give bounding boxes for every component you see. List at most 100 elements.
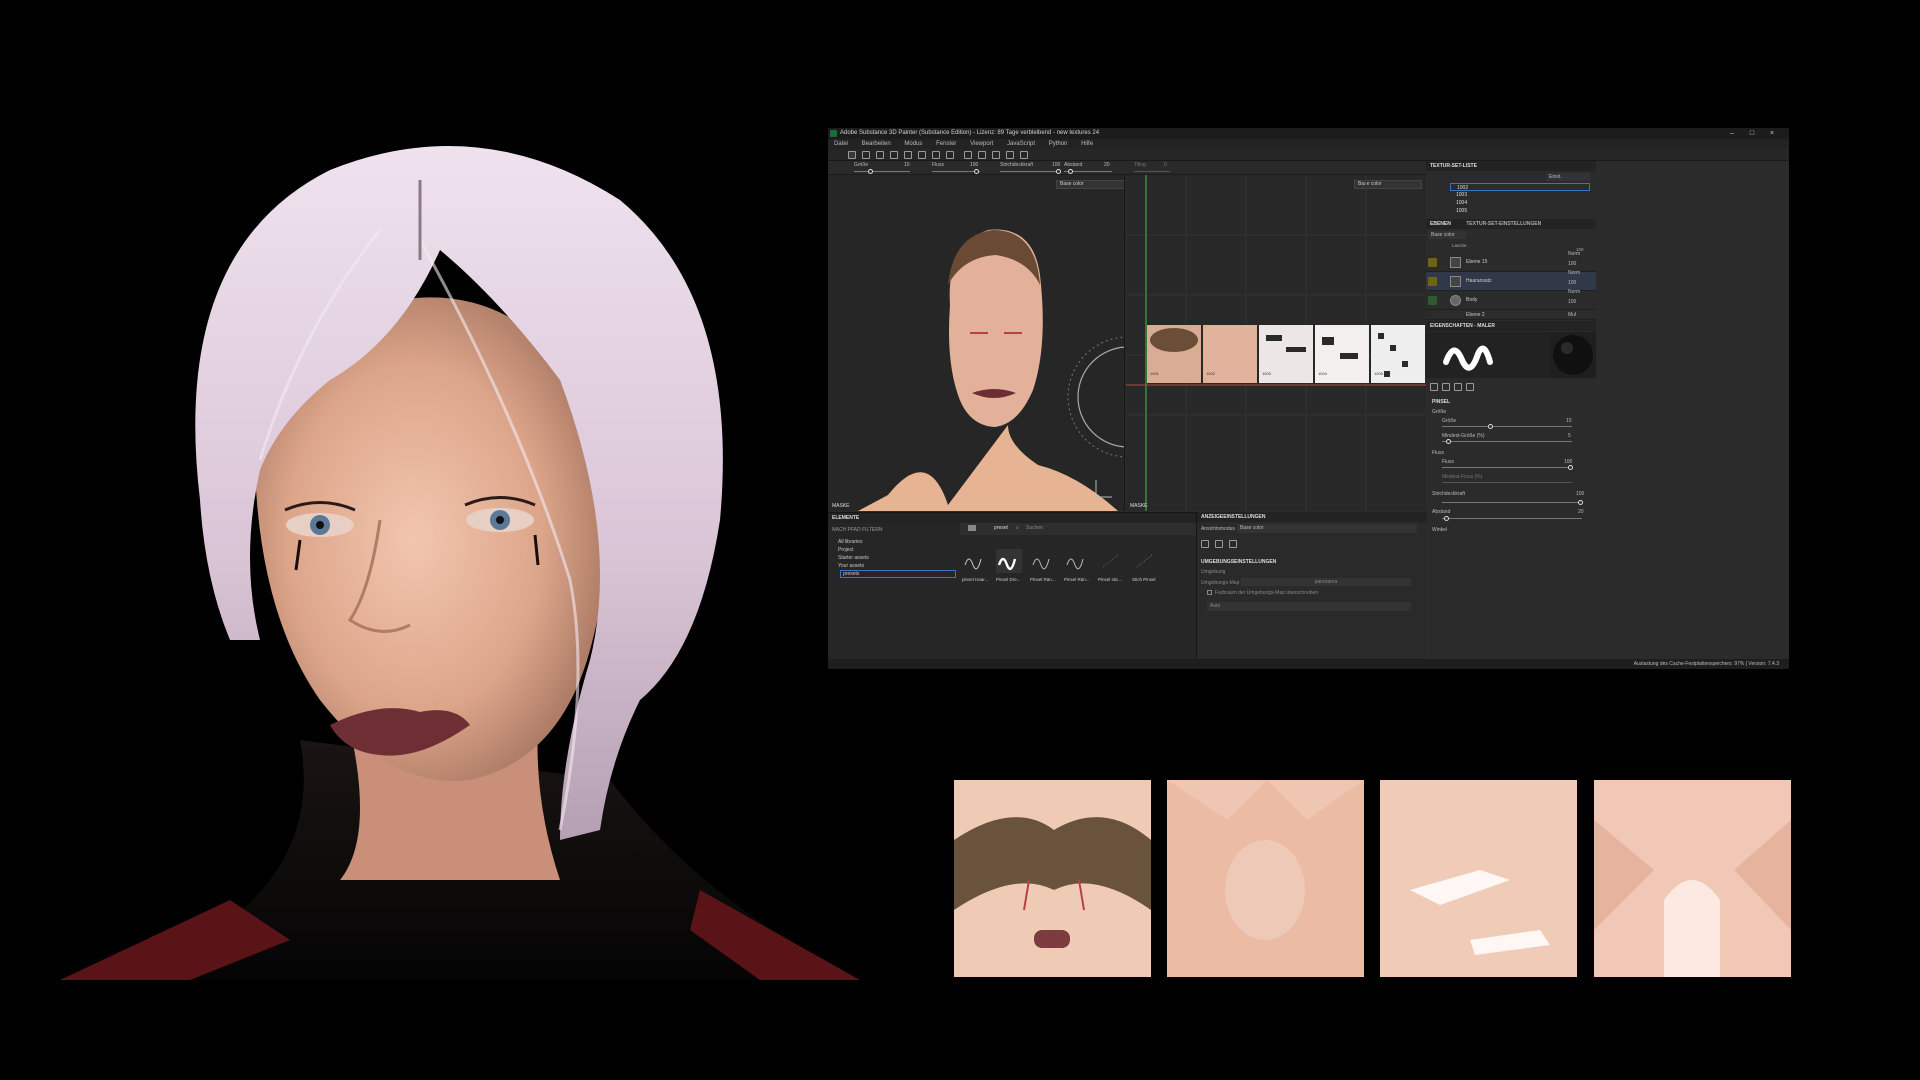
- spacing-slider[interactable]: [1442, 518, 1582, 519]
- uv-tile-label-1001: 1001: [1150, 371, 1159, 376]
- env-colorspace-checkbox[interactable]: [1207, 590, 1212, 595]
- menu-modus[interactable]: Modus: [904, 141, 922, 147]
- toolbar-spacing-knob[interactable]: [1068, 169, 1073, 174]
- stroke-opacity-value[interactable]: 100: [1576, 491, 1584, 497]
- menu-datei[interactable]: Datei: [834, 141, 848, 147]
- menu-python[interactable]: Python: [1049, 141, 1068, 147]
- toolbar-stroke-knob[interactable]: [1056, 169, 1061, 174]
- folder-icon[interactable]: [968, 525, 976, 531]
- polygon-fill-icon[interactable]: [904, 151, 912, 159]
- layer-opacity[interactable]: 100: [1568, 297, 1576, 307]
- brush-tab-icon[interactable]: [1430, 383, 1438, 391]
- measure-icon[interactable]: [992, 151, 1000, 159]
- viewport-2d-uv[interactable]: Base color 1001 1002 1003 1004 1005 MASK…: [1126, 175, 1426, 511]
- layer-row[interactable]: Body Norm 100: [1426, 289, 1596, 310]
- alpha-tab-icon[interactable]: [1466, 383, 1474, 391]
- tree-project[interactable]: Project: [838, 547, 854, 553]
- close-button[interactable]: ×: [1762, 128, 1782, 139]
- paint-brush-icon[interactable]: [848, 151, 856, 159]
- layer-name: Ebene 15: [1466, 259, 1488, 265]
- environment-tab-icon[interactable]: [1201, 540, 1209, 548]
- menu-fenster[interactable]: Fenster: [936, 141, 956, 147]
- texture-set-item[interactable]: 1004: [1450, 199, 1590, 207]
- tree-presets[interactable]: presets: [840, 570, 956, 578]
- environment-map-field[interactable]: panorama: [1241, 578, 1411, 586]
- min-size-value[interactable]: 5: [1568, 433, 1571, 439]
- size-slider-knob[interactable]: [1488, 424, 1493, 429]
- auto-value: Auto: [1210, 603, 1221, 609]
- tree-all-libraries[interactable]: All libraries: [838, 539, 862, 545]
- clone-icon[interactable]: [932, 151, 940, 159]
- brush-thumb[interactable]: [1064, 549, 1090, 573]
- camera-tab-icon[interactable]: [1215, 540, 1223, 548]
- toolbar-stroke-slider[interactable]: [1000, 171, 1060, 172]
- min-size-slider[interactable]: [1442, 441, 1572, 442]
- menu-viewport[interactable]: Viewport: [970, 141, 993, 147]
- size-slider[interactable]: [1442, 426, 1572, 427]
- tab-texture-set-settings[interactable]: TEXTUR-SET-EINSTELLUNGEN: [1466, 221, 1541, 227]
- layer-top-row-name[interactable]: Lasche: [1452, 243, 1467, 248]
- minimize-button[interactable]: –: [1722, 128, 1742, 139]
- min-flow-slider[interactable]: [1442, 482, 1572, 483]
- bake-icon[interactable]: [964, 151, 972, 159]
- layer-visibility-icon[interactable]: [1428, 277, 1437, 286]
- layer-blend-mode[interactable]: Norm: [1568, 287, 1580, 297]
- spacing-value[interactable]: 20: [1578, 509, 1584, 515]
- smudge-icon[interactable]: [918, 151, 926, 159]
- view-mode-select[interactable]: Base color: [1237, 524, 1417, 533]
- projection-icon[interactable]: [876, 151, 884, 159]
- min-size-slider-knob[interactable]: [1446, 439, 1451, 444]
- display-settings-header: ANZEIGEEINSTELLUNGEN: [1197, 512, 1427, 522]
- size-value[interactable]: 10: [1566, 418, 1572, 424]
- brush-thumb[interactable]: [962, 549, 988, 573]
- asset-search-input[interactable]: Suchen: [1026, 525, 1043, 531]
- stroke-opacity-knob[interactable]: [1578, 500, 1583, 505]
- texture-set-item[interactable]: 1005: [1450, 207, 1590, 215]
- flow-slider-knob[interactable]: [1568, 465, 1573, 470]
- tab-layers[interactable]: EBENEN: [1430, 221, 1451, 227]
- maximize-button[interactable]: □: [1742, 128, 1762, 139]
- auto-select[interactable]: Auto: [1207, 602, 1411, 611]
- toolbar-tiling-slider[interactable]: [1134, 171, 1170, 172]
- viewport-3d[interactable]: Base color MASKE: [828, 175, 1125, 511]
- flow-slider[interactable]: [1442, 467, 1572, 468]
- material-tab-icon[interactable]: [1442, 383, 1450, 391]
- stencil-tab-icon[interactable]: [1454, 383, 1462, 391]
- tree-your-assets[interactable]: Your assets: [838, 563, 864, 569]
- layer-visibility-icon[interactable]: [1428, 296, 1437, 305]
- color-picker-icon[interactable]: [946, 151, 954, 159]
- layers-channel-select[interactable]: Base color: [1428, 231, 1466, 239]
- window-title: Adobe Substance 3D Painter (Substance Ed…: [840, 130, 1100, 136]
- layer-visibility-icon[interactable]: [1428, 258, 1437, 267]
- toolbar-flow-knob[interactable]: [974, 169, 979, 174]
- toolbar-size-knob[interactable]: [868, 169, 873, 174]
- selection-icon[interactable]: [978, 151, 986, 159]
- anchor-icon[interactable]: [1006, 151, 1014, 159]
- layer-row[interactable]: Ebene 2 Mul: [1426, 310, 1596, 320]
- brush-thumb[interactable]: [1098, 549, 1124, 573]
- menu-bearbeiten[interactable]: Bearbeiten: [862, 141, 891, 147]
- texture-set-item[interactable]: 1003: [1450, 191, 1590, 199]
- layer-blend-mode[interactable]: Norm: [1568, 268, 1580, 278]
- texture-set-item[interactable]: 1002: [1450, 183, 1590, 191]
- menu-hilfe[interactable]: Hilfe: [1081, 141, 1093, 147]
- toolbar-size-slider[interactable]: [854, 171, 910, 172]
- toolbar-flow-slider[interactable]: [932, 171, 980, 172]
- export-icon[interactable]: [1020, 151, 1028, 159]
- menu-javascript[interactable]: JavaScript: [1007, 141, 1035, 147]
- spacing-label: Abstand: [1432, 509, 1451, 515]
- brush-thumb[interactable]: [1132, 549, 1158, 573]
- layer-blend-mode[interactable]: Mul: [1568, 310, 1576, 320]
- tree-starter-assets[interactable]: Starter assets: [838, 555, 869, 561]
- layer-blend-mode[interactable]: Norm: [1568, 249, 1580, 259]
- brush-thumb[interactable]: [1030, 549, 1056, 573]
- eraser-icon[interactable]: [862, 151, 870, 159]
- texture-set-settings-dropdown[interactable]: Einst.: [1546, 173, 1590, 181]
- geometry-decal-icon[interactable]: [890, 151, 898, 159]
- stroke-opacity-slider[interactable]: [1442, 502, 1582, 503]
- spacing-slider-knob[interactable]: [1444, 516, 1449, 521]
- asset-path[interactable]: preset: [994, 525, 1008, 531]
- brush-thumb[interactable]: [996, 549, 1022, 573]
- substance-painter-window: Adobe Substance 3D Painter (Substance Ed…: [828, 128, 1789, 669]
- viewer-tab-icon[interactable]: [1229, 540, 1237, 548]
